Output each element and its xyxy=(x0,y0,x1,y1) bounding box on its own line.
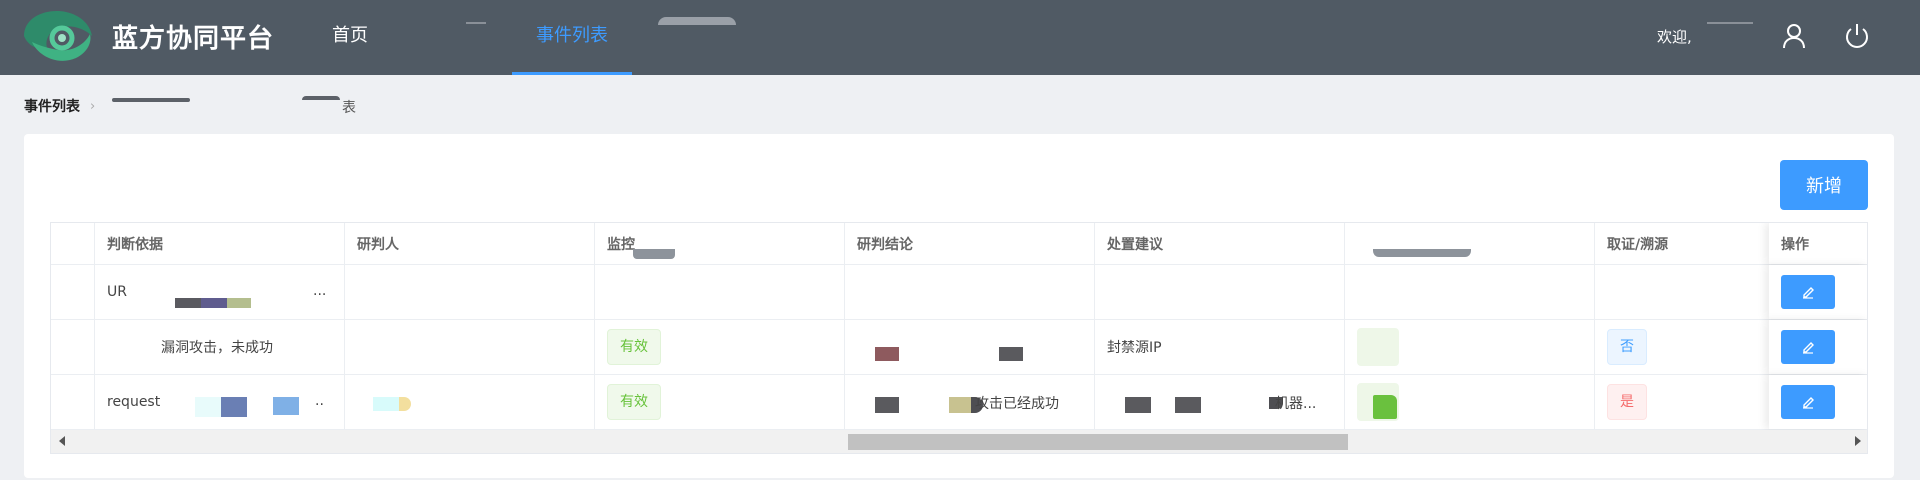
cell-redacted xyxy=(1345,265,1595,319)
redacted-block xyxy=(1125,397,1151,413)
cell-actions xyxy=(1769,375,1867,429)
cell-basis-text: request xyxy=(107,394,161,410)
cell-judge xyxy=(345,265,595,319)
table-row: 漏洞攻击，未成功 有效 封禁源IP 否 xyxy=(51,320,1867,375)
redacted-block xyxy=(875,397,899,413)
cell-actions xyxy=(1769,265,1867,319)
cell-basis-ellipsis: ... xyxy=(313,283,327,299)
logo-icon xyxy=(24,11,92,61)
breadcrumb-tail: 表 xyxy=(342,100,356,116)
edit-icon xyxy=(1803,287,1814,299)
nav-home[interactable]: 首页 xyxy=(332,0,368,75)
cell-basis: UR ... xyxy=(95,265,345,319)
table-row: UR ... xyxy=(51,265,1867,320)
scrollbar-thumb[interactable] xyxy=(848,434,1348,450)
cell-conclusion-text: 攻击已经成功 xyxy=(975,396,1059,412)
edit-button[interactable] xyxy=(1781,330,1835,364)
table-cell xyxy=(51,265,95,319)
cell-actions xyxy=(1769,320,1867,374)
redacted-username xyxy=(1707,22,1753,24)
redacted-block xyxy=(875,347,899,361)
edit-button[interactable] xyxy=(1781,385,1835,419)
redacted-block xyxy=(1373,395,1397,419)
evidence-badge-no: 否 xyxy=(1607,329,1647,365)
breadcrumb: 事件列表 › 表 xyxy=(24,96,356,116)
redacted-block xyxy=(175,298,201,308)
column-header-judge: 研判人 xyxy=(345,223,595,264)
power-icon[interactable] xyxy=(1843,22,1871,50)
cell-monitor xyxy=(595,265,845,319)
cell-monitor: 有效 xyxy=(595,375,845,429)
redacted-block xyxy=(195,397,221,417)
column-header-monitor-label: 监控 xyxy=(607,236,635,253)
cell-redacted xyxy=(1345,375,1595,429)
column-header-basis: 判断依据 xyxy=(95,223,345,264)
column-header-advice: 处置建议 xyxy=(1095,223,1345,264)
scroll-left-arrow-icon[interactable] xyxy=(59,436,65,446)
horizontal-scrollbar[interactable] xyxy=(51,430,1867,453)
redacted-block xyxy=(399,397,411,411)
redacted-block xyxy=(273,397,299,415)
redacted-block xyxy=(201,298,227,308)
welcome-text: 欢迎, xyxy=(1657,28,1692,46)
redacted-block xyxy=(373,397,399,411)
add-button[interactable]: 新增 xyxy=(1780,160,1868,210)
redacted-nav-item xyxy=(658,17,736,25)
cell-basis-text: UR xyxy=(107,284,127,300)
cell-advice: 封禁源IP xyxy=(1095,320,1345,374)
nav-event-list[interactable]: 事件列表 xyxy=(512,0,632,75)
table-cell xyxy=(51,375,95,429)
redacted-block xyxy=(999,347,1023,361)
edit-icon xyxy=(1803,397,1814,409)
scroll-right-arrow-icon[interactable] xyxy=(1855,436,1861,446)
redacted-block xyxy=(1175,397,1201,413)
redacted-text xyxy=(633,249,675,259)
column-header-redacted xyxy=(1345,223,1595,264)
redacted-text xyxy=(1373,249,1471,257)
event-table: 判断依据 研判人 监控 研判结论 处置建议 取证/溯源 操作 UR ... 漏洞… xyxy=(50,222,1868,454)
redacted-block xyxy=(221,397,247,417)
top-header: 蓝方协同平台 首页 事件列表 欢迎, xyxy=(0,0,1920,75)
cell-judge xyxy=(345,375,595,429)
evidence-badge-yes: 是 xyxy=(1607,384,1647,420)
cell-conclusion: 攻击已经成功 xyxy=(845,375,1095,429)
redacted-nav-item xyxy=(466,22,486,24)
cell-conclusion xyxy=(845,265,1095,319)
status-badge-valid: 有效 xyxy=(607,384,661,420)
cell-redacted xyxy=(1345,320,1595,374)
cell-basis: 漏洞攻击，未成功 xyxy=(95,320,345,374)
status-badge-valid: 有效 xyxy=(607,329,661,365)
cell-advice-text: 机器... xyxy=(1275,396,1317,412)
cell-advice: 机器... xyxy=(1095,375,1345,429)
user-icon[interactable] xyxy=(1780,22,1808,50)
redacted-block xyxy=(1357,328,1399,366)
cell-basis-ellipsis: .. xyxy=(315,393,324,409)
cell-judge xyxy=(345,320,595,374)
edit-icon xyxy=(1803,342,1814,354)
redacted-breadcrumb xyxy=(112,98,190,102)
cell-monitor: 有效 xyxy=(595,320,845,374)
cell-advice xyxy=(1095,265,1345,319)
table-header-row: 判断依据 研判人 监控 研判结论 处置建议 取证/溯源 操作 xyxy=(51,223,1867,265)
column-header-conclusion: 研判结论 xyxy=(845,223,1095,264)
brand-title: 蓝方协同平台 xyxy=(112,24,275,54)
edit-button[interactable] xyxy=(1781,275,1835,309)
breadcrumb-current[interactable]: 事件列表 xyxy=(24,96,80,116)
breadcrumb-separator-icon: › xyxy=(90,98,96,114)
redacted-breadcrumb xyxy=(302,96,340,100)
cell-conclusion xyxy=(845,320,1095,374)
column-header-actions: 操作 xyxy=(1769,223,1867,264)
table-header-cell xyxy=(51,223,95,264)
content-card: 新增 判断依据 研判人 监控 研判结论 处置建议 取证/溯源 操作 UR ...… xyxy=(24,134,1894,478)
table-cell xyxy=(51,320,95,374)
cell-basis-text: 漏洞攻击，未成功 xyxy=(161,340,273,356)
cell-basis: request .. xyxy=(95,375,345,429)
table-row: request .. 有效 攻击已经成功 机器... 是 xyxy=(51,375,1867,430)
redacted-block xyxy=(227,298,251,308)
column-header-monitor: 监控 xyxy=(595,223,845,264)
